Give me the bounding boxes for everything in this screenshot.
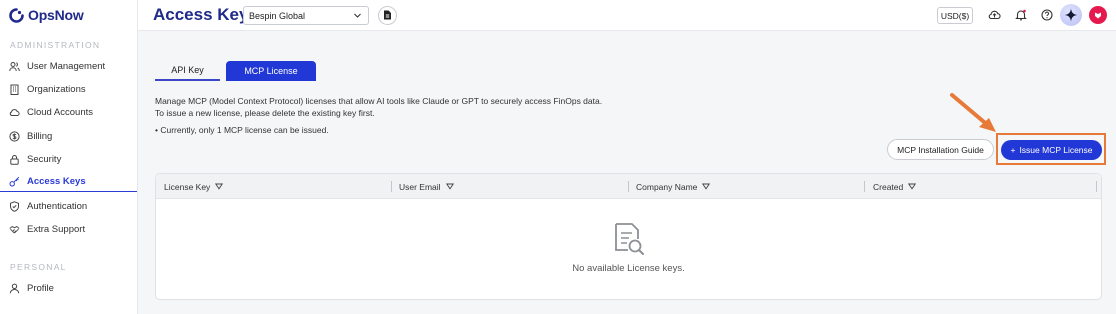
section-label-personal: PERSONAL (10, 262, 67, 272)
cloud-upload-icon[interactable] (987, 8, 1001, 22)
sidebar-item-access-keys[interactable]: Access Keys (0, 172, 137, 192)
sidebar-item-organizations[interactable]: Organizations (0, 79, 137, 99)
sidebar: OpsNow ADMINISTRATION User Management Or… (0, 0, 138, 314)
sidebar-item-label: Security (27, 153, 62, 165)
filter-icon[interactable] (215, 182, 224, 192)
lock-icon (9, 154, 20, 165)
empty-state-message: No available License keys. (572, 263, 685, 274)
column-header-license-key[interactable]: License Key (164, 174, 224, 199)
column-header-company-name[interactable]: Company Name (636, 174, 711, 199)
column-header-created[interactable]: Created (873, 174, 917, 199)
issue-mcp-license-label: Issue MCP License (1019, 145, 1093, 155)
shield-icon (9, 200, 20, 212)
sidebar-item-label: Billing (27, 130, 53, 142)
mcp-installation-guide-button[interactable]: MCP Installation Guide (887, 139, 994, 160)
sidebar-item-label: Organizations (27, 83, 86, 95)
column-divider[interactable] (391, 181, 392, 192)
filter-icon[interactable] (445, 182, 454, 192)
sidebar-item-extra-support[interactable]: Extra Support (0, 219, 137, 239)
column-header-user-email[interactable]: User Email (399, 174, 454, 199)
filter-icon[interactable] (908, 182, 917, 192)
sidebar-item-profile[interactable]: Profile (0, 278, 137, 298)
ai-sparkle-icon[interactable] (1060, 4, 1082, 26)
document-icon (383, 7, 392, 25)
sidebar-item-cloud-accounts[interactable]: Cloud Accounts (0, 102, 137, 122)
highlight-arrow (950, 93, 996, 132)
main-content: API Key MCP License Manage MCP (Model Co… (138, 31, 1116, 314)
empty-document-search-icon (615, 223, 644, 255)
bell-icon[interactable] (1014, 8, 1028, 22)
description-line-2: To issue a new license, please delete th… (155, 108, 375, 118)
avatar[interactable] (1089, 6, 1107, 24)
license-table: License Key User Email Company Name Crea… (155, 173, 1102, 300)
organization-select-value: Bespin Global (249, 10, 306, 21)
organization-select[interactable]: Bespin Global (243, 6, 369, 25)
sidebar-item-user-management[interactable]: User Management (0, 56, 137, 76)
sidebar-item-authentication[interactable]: Authentication (0, 196, 137, 216)
chevron-down-icon (353, 11, 362, 22)
currency-select[interactable]: USD($) (937, 7, 973, 24)
description-line-1: Manage MCP (Model Context Protocol) lice… (155, 96, 603, 106)
column-divider[interactable] (864, 181, 865, 192)
logo-text: OpsNow (28, 7, 84, 23)
building-icon (9, 84, 20, 95)
sidebar-item-label: Profile (27, 282, 54, 294)
dollar-icon (9, 130, 20, 142)
sidebar-item-label: Extra Support (27, 223, 86, 235)
plus-icon: + (1010, 145, 1016, 155)
tab-mcp-license[interactable]: MCP License (226, 61, 316, 81)
sidebar-item-label: Access Keys (27, 176, 86, 187)
table-header: License Key User Email Company Name Crea… (156, 174, 1101, 199)
help-icon[interactable] (1040, 8, 1054, 22)
tab-api-key[interactable]: API Key (155, 61, 220, 81)
section-label-administration: ADMINISTRATION (10, 40, 101, 50)
logo[interactable]: OpsNow (9, 7, 84, 23)
key-icon (9, 176, 20, 187)
issue-button-highlight: + Issue MCP License (996, 133, 1106, 165)
issue-mcp-license-button[interactable]: + Issue MCP License (1001, 140, 1102, 160)
license-limit-note: • Currently, only 1 MCP license can be i… (155, 125, 329, 135)
sidebar-item-label: Authentication (27, 200, 88, 212)
column-divider[interactable] (1096, 181, 1097, 192)
cloud-icon (9, 107, 20, 118)
sidebar-item-label: Cloud Accounts (27, 106, 94, 118)
users-icon (9, 61, 20, 72)
handshake-icon (9, 224, 20, 235)
document-button[interactable] (378, 6, 397, 25)
sidebar-item-billing[interactable]: Billing (0, 126, 137, 146)
sidebar-item-label: User Management (27, 60, 106, 72)
opsnow-logo-icon (9, 7, 24, 23)
filter-icon[interactable] (702, 182, 711, 192)
top-header: Access Keys Bespin Global USD($) (138, 0, 1116, 31)
user-icon (9, 283, 20, 294)
sidebar-item-security[interactable]: Security (0, 149, 137, 169)
column-divider[interactable] (628, 181, 629, 192)
